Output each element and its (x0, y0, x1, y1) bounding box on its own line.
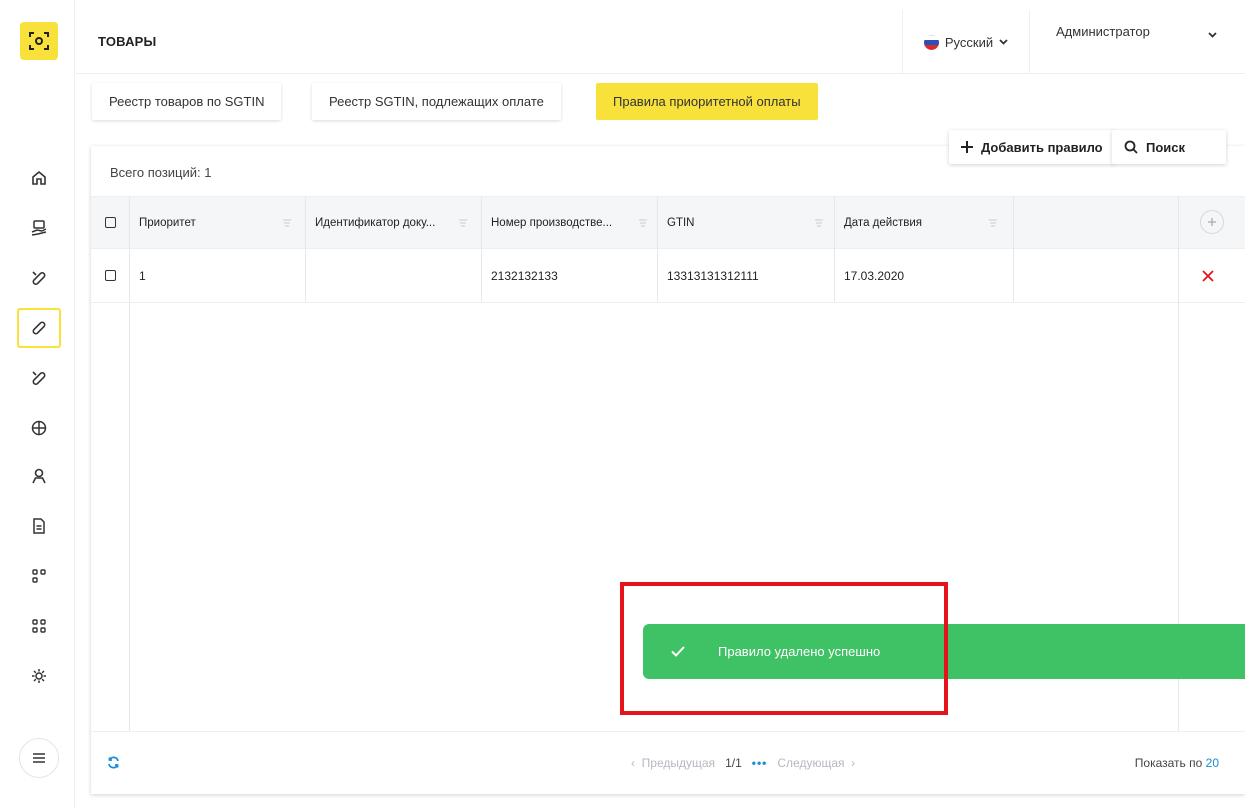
sidebar (0, 0, 75, 809)
refresh-icon[interactable] (107, 756, 120, 769)
logo[interactable] (20, 22, 58, 60)
page-size[interactable]: Показать по 20 (1135, 756, 1219, 770)
language-selector[interactable]: Русский (902, 10, 1030, 74)
user-chevron-down-icon[interactable] (1208, 32, 1217, 38)
top-header: ТОВАРЫ Русский Администратор (76, 10, 1245, 74)
delete-row-button[interactable] (1202, 249, 1214, 302)
menu-toggle-button[interactable] (19, 738, 59, 778)
page-title: ТОВАРЫ (98, 34, 157, 49)
sort-icon[interactable] (283, 219, 291, 227)
add-column-button[interactable] (1200, 210, 1224, 234)
search-button[interactable]: Поиск (1112, 130, 1226, 164)
scan-logo-icon (29, 32, 49, 50)
globe-icon[interactable] (17, 408, 61, 448)
page-indicator: 1/1 (725, 756, 742, 770)
cell-date: 17.03.2020 (844, 268, 905, 283)
select-all-checkbox[interactable] (105, 197, 116, 248)
next-page-button[interactable]: Следующая › (777, 756, 855, 770)
table-header: Приоритет Идентификатор доку... Номер пр… (91, 196, 1245, 249)
add-rule-button[interactable]: Добавить правило (949, 130, 1115, 164)
pagination: ‹ Предыдущая 1/1 ••• Следующая › (631, 756, 855, 770)
app-root: ТОВАРЫ Русский Администратор Реестр това… (0, 0, 1245, 809)
table-row[interactable]: 1 2132132133 13313131312111 17.03.2020 (91, 249, 1245, 303)
column-header-serial[interactable]: Номер производстве... (491, 197, 612, 248)
more-pages-button[interactable]: ••• (752, 756, 768, 770)
cell-serial: 2132132133 (491, 268, 558, 283)
home-icon[interactable] (17, 158, 61, 198)
user-icon[interactable] (17, 456, 61, 496)
page-size-value[interactable]: 20 (1206, 756, 1219, 770)
tab-sgtin-registry[interactable]: Реестр товаров по SGTIN (92, 83, 282, 120)
russia-flag-icon (923, 34, 939, 50)
sort-icon[interactable] (989, 219, 997, 227)
payment-hand-icon[interactable] (17, 208, 61, 248)
cell-gtin: 13313131312111 (667, 268, 759, 283)
language-label: Русский (944, 34, 994, 50)
pills-alt-icon[interactable] (17, 358, 61, 398)
sort-icon[interactable] (815, 219, 823, 227)
page-size-label: Показать по (1134, 756, 1203, 770)
sort-icon[interactable] (459, 219, 467, 227)
cell-priority: 1 (139, 268, 146, 283)
document-icon[interactable] (17, 506, 61, 546)
success-toast: Правило удалено успешно (643, 624, 1245, 679)
sort-icon[interactable] (639, 219, 647, 227)
column-header-gtin[interactable]: GTIN (667, 197, 694, 248)
search-icon (1124, 140, 1138, 154)
hamburger-icon (33, 753, 45, 763)
close-icon (1202, 269, 1214, 282)
total-count: Всего позиций: 1 (110, 165, 212, 180)
column-header-priority[interactable]: Приоритет (139, 197, 196, 248)
add-rule-label: Добавить правило (981, 139, 1103, 155)
modules-icon[interactable] (17, 556, 61, 596)
plus-circle-icon (1208, 218, 1216, 226)
tab-priority-rules[interactable]: Правила приоритетной оплаты (596, 83, 818, 120)
plus-icon (961, 141, 973, 153)
row-checkbox[interactable] (105, 249, 116, 302)
toast-message: Правило удалено успешно (718, 644, 881, 659)
settings-icon[interactable] (17, 656, 61, 696)
search-label: Поиск (1146, 139, 1186, 155)
grid-icon[interactable] (17, 606, 61, 646)
chevron-down-icon (999, 39, 1008, 45)
table-footer: ‹ Предыдущая 1/1 ••• Следующая › Показат… (91, 731, 1245, 794)
pill-icon[interactable] (17, 308, 61, 348)
rules-table-panel: Всего позиций: 1 Приоритет Идентификатор… (91, 146, 1245, 794)
column-header-date[interactable]: Дата действия (844, 197, 922, 248)
tab-sgtin-payable[interactable]: Реестр SGTIN, подлежащих оплате (312, 83, 561, 120)
column-header-doc-id[interactable]: Идентификатор доку... (315, 197, 435, 248)
checkmark-icon (671, 646, 685, 657)
pills-icon[interactable] (17, 258, 61, 298)
user-name[interactable]: Администратор (1056, 24, 1150, 39)
prev-page-button[interactable]: ‹ Предыдущая (631, 756, 715, 770)
